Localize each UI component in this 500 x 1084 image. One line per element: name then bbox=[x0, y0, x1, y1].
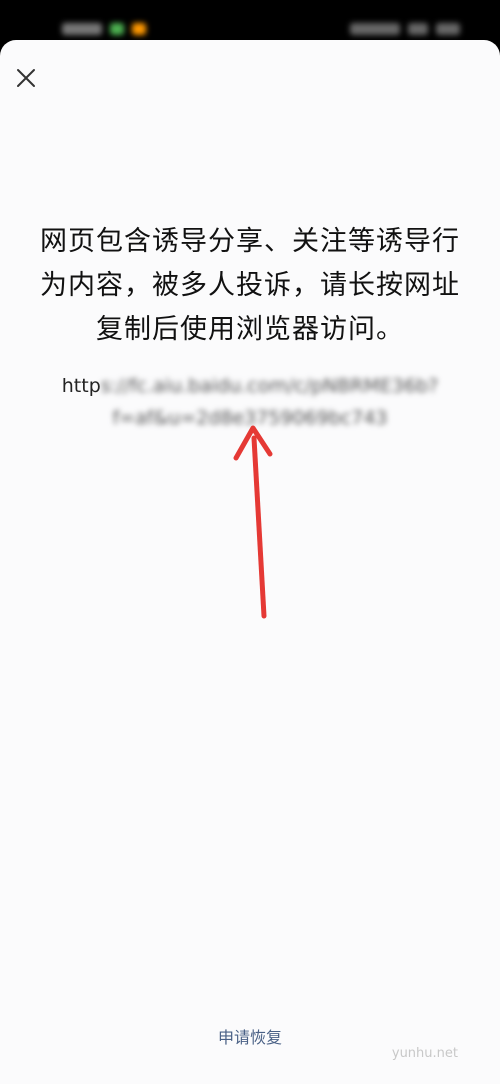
watermark: yunhu.net bbox=[391, 1046, 458, 1061]
close-button[interactable] bbox=[10, 62, 42, 94]
url-prefix: http bbox=[61, 375, 101, 397]
warning-message: 网页包含诱导分享、关注等诱导行为内容，被多人投诉，请长按网址复制后使用浏览器访问… bbox=[40, 226, 460, 345]
status-icons-left bbox=[62, 20, 192, 38]
annotation-arrow-icon bbox=[233, 425, 273, 619]
status-icons-right bbox=[330, 20, 460, 38]
appeal-recovery-link[interactable]: 申请恢复 bbox=[0, 1024, 500, 1048]
blocked-page-dialog: 网页包含诱导分享、关注等诱导行为内容，被多人投诉，请长按网址复制后使用浏览器访问… bbox=[0, 40, 500, 1084]
close-icon bbox=[17, 69, 35, 87]
